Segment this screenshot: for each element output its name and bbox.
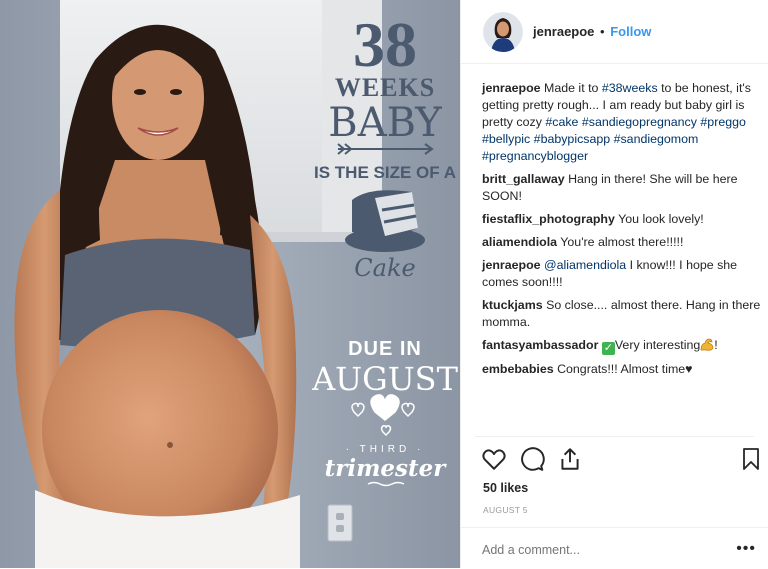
sticker-trimester-label: trimester xyxy=(325,455,448,482)
likes-count[interactable]: 50 likes xyxy=(483,481,528,495)
check-mark-icon: ✓ xyxy=(601,342,615,355)
flexed-biceps-icon xyxy=(700,338,714,352)
sticker-month-label: AUGUST xyxy=(311,360,459,398)
hashtag-link[interactable]: #sandiegomom xyxy=(614,132,699,146)
more-options-icon[interactable]: ••• xyxy=(736,540,756,558)
header-separator: • xyxy=(600,24,605,39)
hashtag-link[interactable]: #babypicsapp xyxy=(534,132,610,146)
share-icon[interactable] xyxy=(557,446,583,472)
mention-link[interactable]: @aliamendiola xyxy=(544,258,626,272)
add-comment-input[interactable] xyxy=(482,543,702,557)
comment-username[interactable]: embebabies xyxy=(482,362,554,376)
post-header: jenraepoe • Follow xyxy=(461,0,768,64)
heart-icon[interactable] xyxy=(481,446,507,472)
sticker-week-count: 38 xyxy=(353,9,417,80)
sticker-food-label: Cake xyxy=(354,254,415,282)
post-date: AUGUST 5 xyxy=(483,505,528,515)
post-photo[interactable]: 38 WEEKS BABY IS THE SIZE OF A Cake DUE … xyxy=(0,0,460,568)
caption-username[interactable]: jenraepoe xyxy=(482,81,541,95)
header-username[interactable]: jenraepoe xyxy=(533,24,594,39)
comment-username[interactable]: britt_gallaway xyxy=(482,172,565,186)
comment-text: Very interesting xyxy=(614,338,701,352)
comment-icon[interactable] xyxy=(519,446,545,472)
post-details-panel: jenraepoe • Follow jenraepoe Made it to … xyxy=(460,0,768,568)
sticker-weeks-label: WEEKS xyxy=(335,73,435,102)
hashtag-link[interactable]: #preggo xyxy=(700,115,745,129)
hashtag-link[interactable]: #cake xyxy=(545,115,578,129)
comment-username[interactable]: ktuckjams xyxy=(482,298,543,312)
hashtag-link[interactable]: #bellypic xyxy=(482,132,530,146)
sticker-baby-label: BABY xyxy=(328,100,442,146)
hashtag-link[interactable]: #38weeks xyxy=(602,81,658,95)
comment-text: You look lovely! xyxy=(618,212,704,226)
avatar[interactable] xyxy=(483,12,523,52)
comment-item: fiestaflix_photography You look lovely! xyxy=(482,211,762,228)
comment-text: ! xyxy=(714,338,718,352)
comment-text: You're almost there!!!!! xyxy=(560,235,684,249)
sticker-due-in-label: DUE IN xyxy=(348,338,422,360)
divider xyxy=(475,436,754,437)
cake-icon xyxy=(345,190,425,252)
caption: jenraepoe Made it to #38weeks to be hone… xyxy=(482,80,762,165)
comment-item: ktuckjams So close.... almost there. Han… xyxy=(482,297,762,331)
follow-button[interactable]: Follow xyxy=(610,24,651,39)
comments-list: jenraepoe Made it to #38weeks to be hone… xyxy=(482,80,762,384)
comment-username[interactable]: aliamendiola xyxy=(482,235,557,249)
comment-username[interactable]: jenraepoe xyxy=(482,258,541,272)
caption-text: Made it to xyxy=(544,81,602,95)
comment-item: fantasyambassador ✓ Very interesting! xyxy=(482,337,762,355)
sticker-size-of-label: IS THE SIZE OF A xyxy=(314,163,456,182)
sticker-third-label: · THIRD · xyxy=(346,444,425,455)
comment-item: britt_gallaway Hang in there! She will b… xyxy=(482,171,762,205)
hashtag-link[interactable]: #pregnancyblogger xyxy=(482,149,588,163)
wall-outlet xyxy=(327,504,353,542)
comment-item: embebabies Congrats!!! Almost time♥ xyxy=(482,361,762,378)
black-heart-icon: ♥ xyxy=(685,362,693,376)
comment-username[interactable]: fantasyambassador xyxy=(482,338,598,352)
comment-item: aliamendiola You're almost there!!!!! xyxy=(482,234,762,251)
comment-text: Congrats!!! Almost time xyxy=(557,362,686,376)
comment-item: jenraepoe @aliamendiola I know!!! I hope… xyxy=(482,257,762,291)
svg-text:38: 38 xyxy=(353,9,417,80)
action-bar xyxy=(481,446,761,474)
add-comment-bar: ••• xyxy=(461,527,768,569)
comment-username[interactable]: fiestaflix_photography xyxy=(482,212,615,226)
bookmark-icon[interactable] xyxy=(739,446,765,472)
hashtag-link[interactable]: #sandiegopregnancy xyxy=(582,115,697,129)
